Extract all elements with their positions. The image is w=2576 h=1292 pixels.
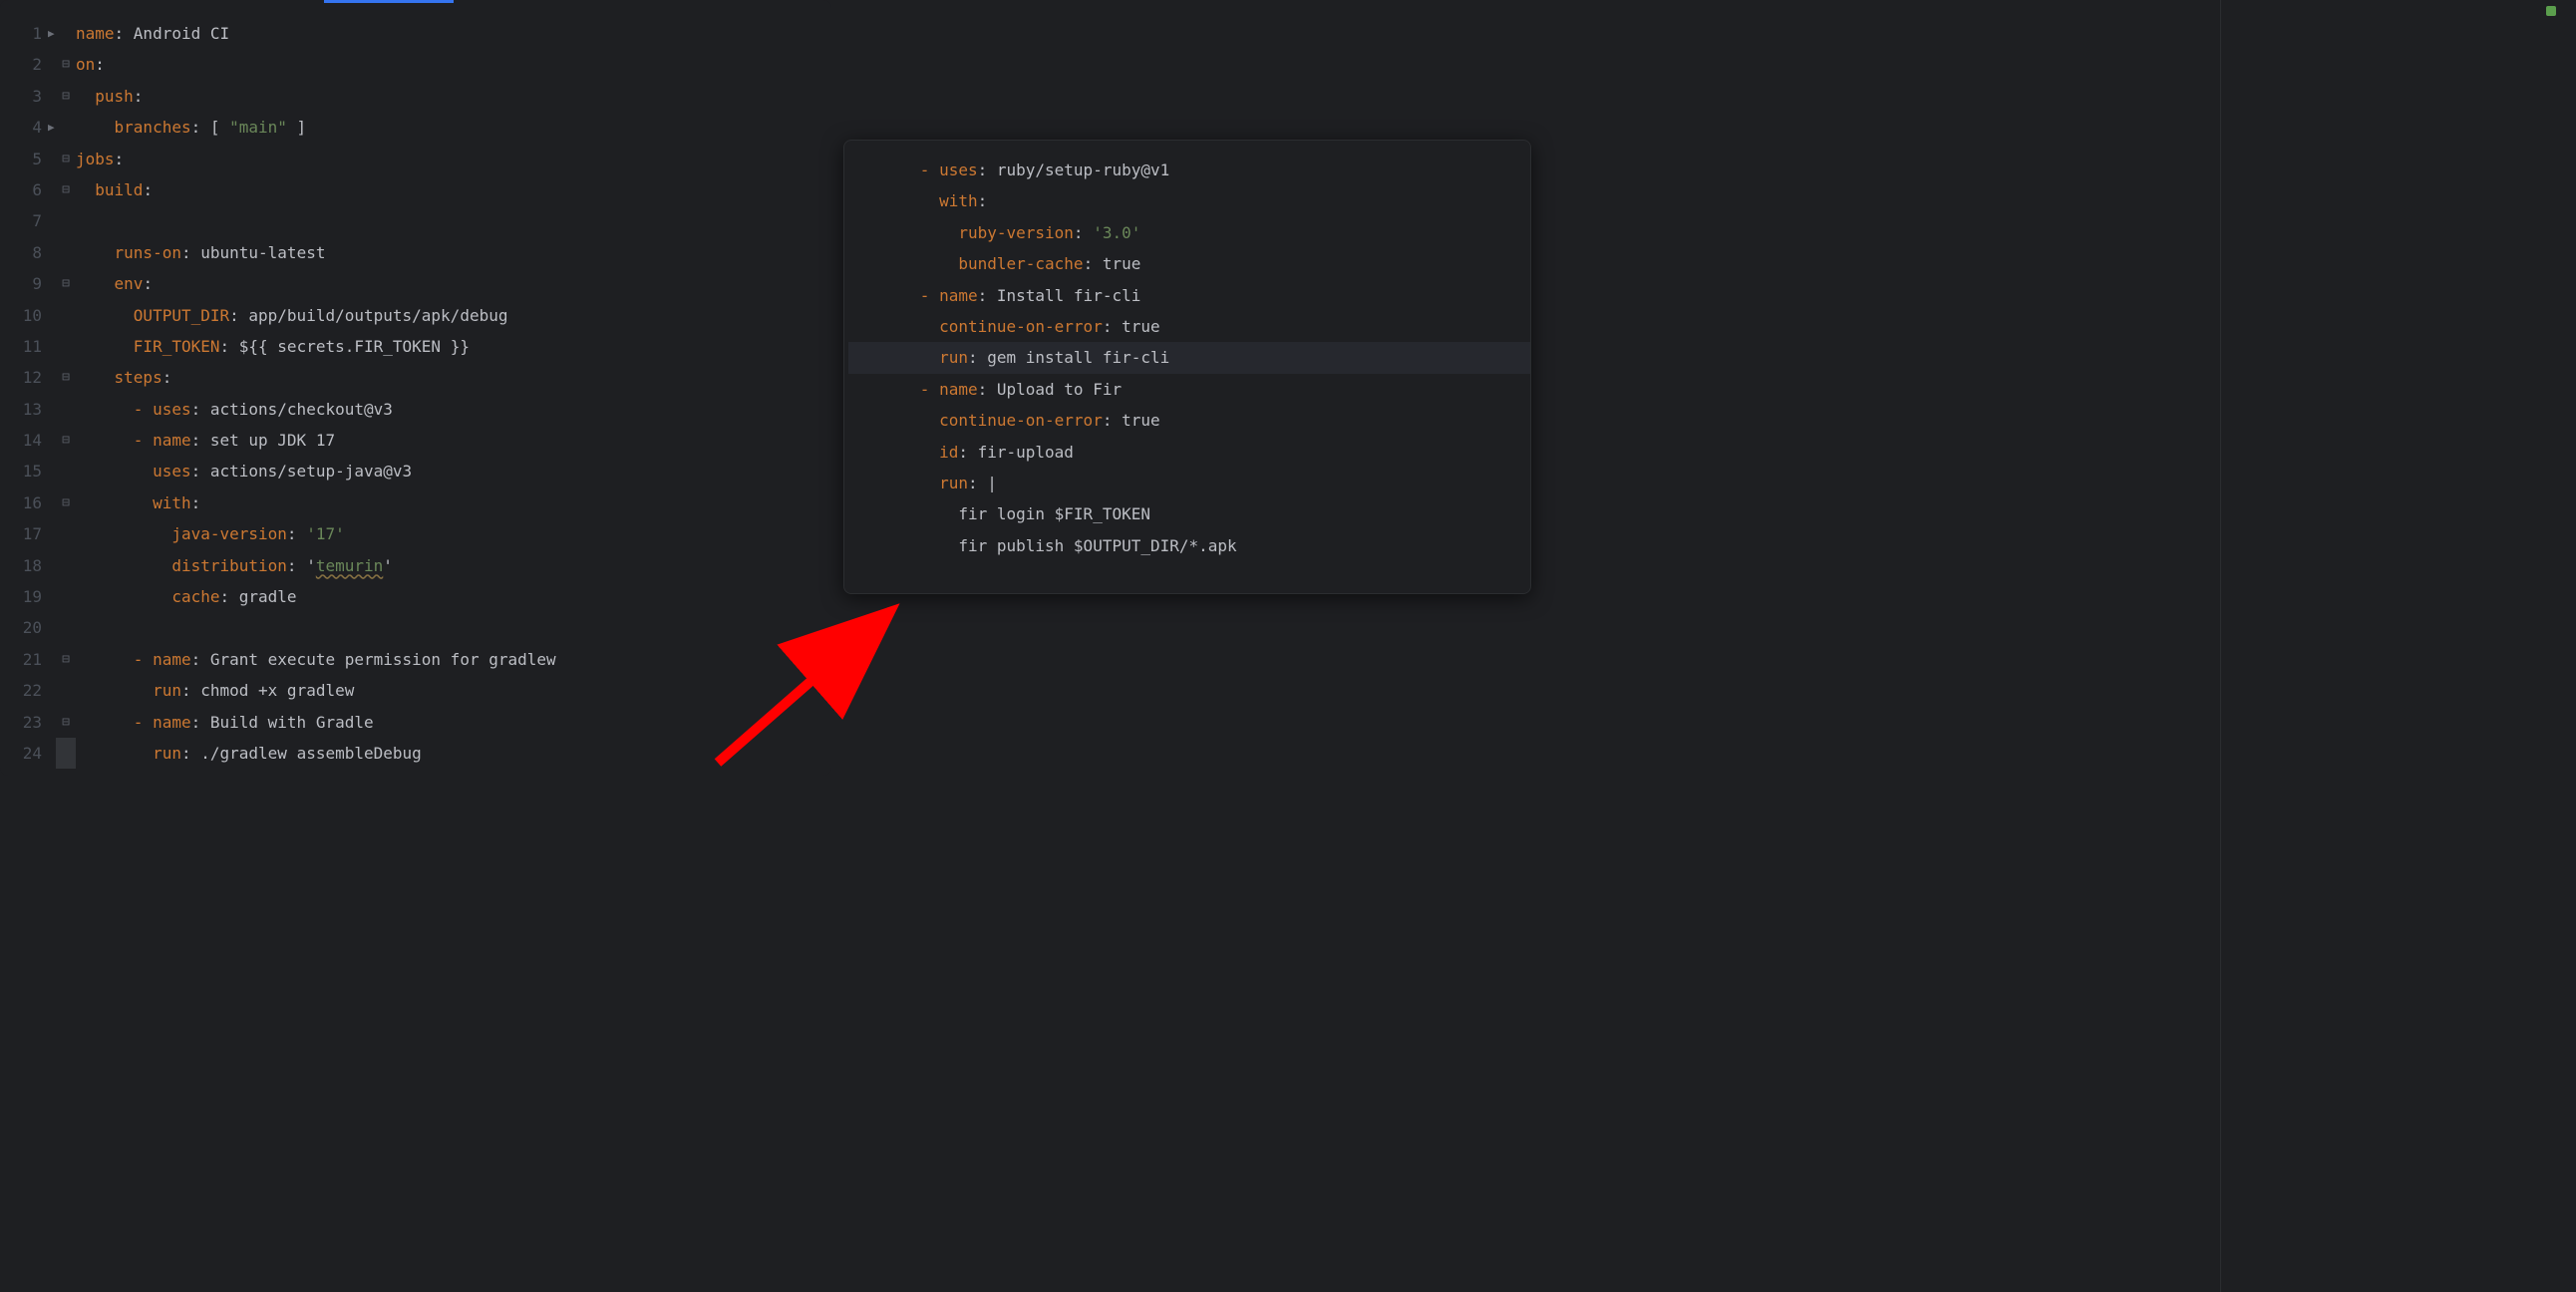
code-line[interactable]: cache: gradle xyxy=(76,581,831,612)
tab-strip[interactable] xyxy=(0,0,831,10)
line-number: 22 xyxy=(0,675,42,706)
code-line[interactable]: run: chmod +x gradlew xyxy=(76,675,831,706)
code-area-popup[interactable]: - uses: ruby/setup-ruby@v1 with: ruby-ve… xyxy=(844,141,1530,561)
code-line[interactable] xyxy=(76,612,831,643)
fold-marker[interactable]: ▶ xyxy=(56,18,76,49)
fold-marker[interactable]: ⊟ xyxy=(56,174,76,205)
code-line[interactable]: - name: Install fir-cli xyxy=(862,280,1530,311)
line-number: 7 xyxy=(0,205,42,236)
fold-marker[interactable] xyxy=(56,205,76,236)
fold-marker[interactable]: ⊟ xyxy=(56,144,76,174)
line-number: 11 xyxy=(0,331,42,362)
line-number: 1 xyxy=(0,18,42,49)
line-number: 2 xyxy=(0,49,42,80)
line-number: 16 xyxy=(0,487,42,518)
code-line[interactable]: - uses: ruby/setup-ruby@v1 xyxy=(862,155,1530,185)
line-number: 18 xyxy=(0,550,42,581)
fold-marker[interactable]: ▶ xyxy=(56,112,76,143)
code-line[interactable]: fir publish $OUTPUT_DIR/*.apk xyxy=(862,530,1530,561)
right-sidebar xyxy=(2220,0,2576,1292)
code-line[interactable]: run: | xyxy=(862,468,1530,498)
fold-marker[interactable]: ⊟ xyxy=(56,49,76,80)
fold-marker[interactable] xyxy=(56,300,76,331)
code-line[interactable]: with: xyxy=(862,185,1530,216)
code-line[interactable]: build: xyxy=(76,174,831,205)
fold-marker[interactable] xyxy=(56,456,76,486)
editor-pane-main[interactable]: 123456789101112131415161718192021222324 … xyxy=(0,0,831,776)
fold-marker[interactable]: ⊟ xyxy=(56,268,76,299)
fold-marker[interactable] xyxy=(56,550,76,581)
code-line[interactable]: uses: actions/setup-java@v3 xyxy=(76,456,831,486)
code-line[interactable]: OUTPUT_DIR: app/build/outputs/apk/debug xyxy=(76,300,831,331)
line-number: 24 xyxy=(0,738,42,769)
code-line[interactable]: jobs: xyxy=(76,144,831,174)
line-number: 6 xyxy=(0,174,42,205)
fold-marker[interactable] xyxy=(56,518,76,549)
fold-marker[interactable]: ⊟ xyxy=(56,487,76,518)
line-number: 10 xyxy=(0,300,42,331)
line-number: 20 xyxy=(0,612,42,643)
fold-marker[interactable]: ⊟ xyxy=(56,707,76,738)
code-area[interactable]: name: Android CIon: push: branches: [ "m… xyxy=(76,10,831,776)
line-number: 19 xyxy=(0,581,42,612)
fold-marker[interactable]: ⊟ xyxy=(56,425,76,456)
fold-marker[interactable]: ⊟ xyxy=(56,644,76,675)
line-number: 13 xyxy=(0,394,42,425)
code-line[interactable]: distribution: 'temurin' xyxy=(76,550,831,581)
code-line[interactable]: - name: Grant execute permission for gra… xyxy=(76,644,831,675)
fold-marker[interactable]: ⊟ xyxy=(56,362,76,393)
code-line[interactable]: - name: set up JDK 17 xyxy=(76,425,831,456)
code-line[interactable]: on: xyxy=(76,49,831,80)
code-line[interactable]: branches: [ "main" ] xyxy=(76,112,831,143)
fold-marker[interactable]: ⊟ xyxy=(56,81,76,112)
fold-gutter[interactable]: ▶⊟⊟▶⊟⊟⊟⊟⊟⊟⊟⊟ xyxy=(56,10,76,776)
code-line[interactable]: env: xyxy=(76,268,831,299)
fold-marker[interactable] xyxy=(56,675,76,706)
fold-marker[interactable] xyxy=(56,612,76,643)
code-line[interactable]: steps: xyxy=(76,362,831,393)
line-number: 23 xyxy=(0,707,42,738)
code-line[interactable]: continue-on-error: true xyxy=(862,311,1530,342)
code-line[interactable]: id: fir-upload xyxy=(862,437,1530,468)
line-number: 14 xyxy=(0,425,42,456)
code-line[interactable]: run: ./gradlew assembleDebug xyxy=(76,738,831,769)
code-line[interactable]: run: gem install fir-cli xyxy=(848,342,1531,373)
line-number: 15 xyxy=(0,456,42,486)
code-line[interactable]: ruby-version: '3.0' xyxy=(862,217,1530,248)
code-line[interactable]: java-version: '17' xyxy=(76,518,831,549)
line-number: 4 xyxy=(0,112,42,143)
line-number: 21 xyxy=(0,644,42,675)
code-line[interactable] xyxy=(76,205,831,236)
code-line[interactable]: with: xyxy=(76,487,831,518)
fold-marker[interactable] xyxy=(56,738,76,769)
editor-pane-popup[interactable]: - uses: ruby/setup-ruby@v1 with: ruby-ve… xyxy=(843,140,1531,594)
code-line[interactable]: runs-on: ubuntu-latest xyxy=(76,237,831,268)
line-number: 3 xyxy=(0,81,42,112)
line-number: 17 xyxy=(0,518,42,549)
active-tab-indicator xyxy=(324,0,454,3)
line-number: 12 xyxy=(0,362,42,393)
code-line[interactable]: push: xyxy=(76,81,831,112)
code-line[interactable]: - uses: actions/checkout@v3 xyxy=(76,394,831,425)
line-number: 8 xyxy=(0,237,42,268)
code-line[interactable]: FIR_TOKEN: ${{ secrets.FIR_TOKEN }} xyxy=(76,331,831,362)
fold-marker[interactable] xyxy=(56,581,76,612)
line-number: 9 xyxy=(0,268,42,299)
code-line[interactable]: - name: Build with Gradle xyxy=(76,707,831,738)
code-line[interactable]: - name: Upload to Fir xyxy=(862,374,1530,405)
code-line[interactable]: bundler-cache: true xyxy=(862,248,1530,279)
code-line[interactable]: fir login $FIR_TOKEN xyxy=(862,498,1530,529)
line-number: 5 xyxy=(0,144,42,174)
code-line[interactable]: name: Android CI xyxy=(76,18,831,49)
status-indicator xyxy=(2546,6,2556,16)
code-line[interactable]: continue-on-error: true xyxy=(862,405,1530,436)
fold-marker[interactable] xyxy=(56,237,76,268)
fold-marker[interactable] xyxy=(56,331,76,362)
code-editor[interactable]: 123456789101112131415161718192021222324 … xyxy=(0,10,831,776)
fold-marker[interactable] xyxy=(56,394,76,425)
